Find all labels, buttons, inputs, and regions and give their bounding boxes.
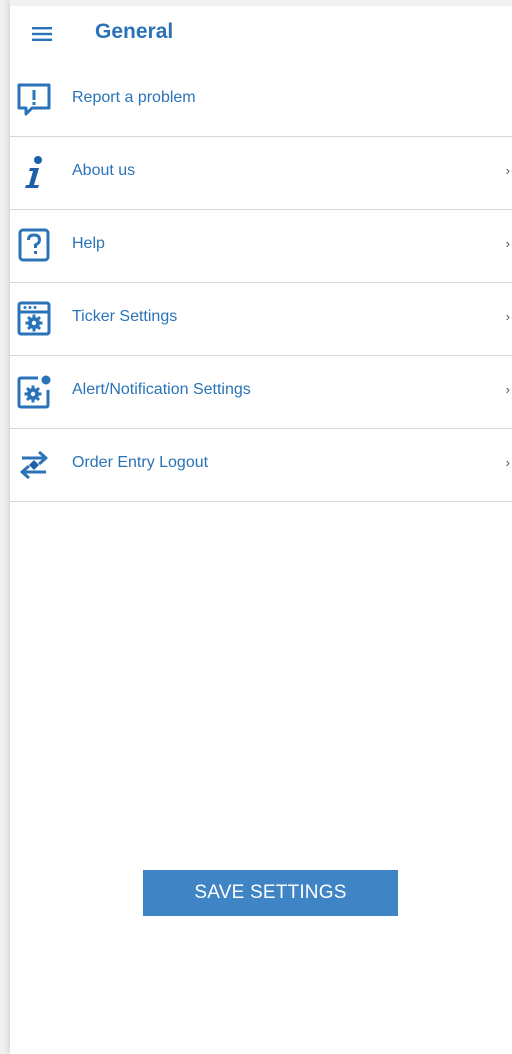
list-item-label: About us [72,162,136,179]
help-icon [16,228,52,264]
alert-settings-icon [16,374,52,410]
list-item-label: Alert/Notification Settings [72,381,251,398]
list-item-about-us[interactable]: About us › [10,137,512,210]
list-item-help[interactable]: Help › [10,210,512,283]
list-item-alert-settings[interactable]: Alert/Notification Settings › [10,356,512,429]
list-item-label: Order Entry Logout [72,454,209,471]
hamburger-menu-icon[interactable] [30,22,54,46]
chevron-right-icon: › [505,382,510,397]
top-bar: General [10,0,512,64]
page-title: General [95,20,174,43]
settings-list: Report a problem About us › Help › Ticke… [10,64,512,502]
save-settings-button[interactable]: SAVE SETTINGS [143,870,398,916]
chevron-right-icon: › [505,455,510,470]
chevron-right-icon: › [505,309,510,324]
list-item-label: Help [72,235,105,252]
ticker-settings-icon [16,301,52,337]
list-item-ticker-settings[interactable]: Ticker Settings › [10,283,512,356]
chevron-right-icon: › [505,236,510,251]
list-item-report-problem[interactable]: Report a problem [10,64,512,137]
settings-panel: General Report a problem About us › Help… [10,0,512,1054]
list-item-label: Ticker Settings [72,308,178,325]
report-problem-icon [16,82,52,118]
list-item-order-entry-logout[interactable]: Order Entry Logout › [10,429,512,502]
list-item-label: Report a problem [72,89,196,106]
chevron-right-icon: › [505,163,510,178]
order-entry-logout-icon [16,447,52,483]
info-icon [16,155,52,191]
